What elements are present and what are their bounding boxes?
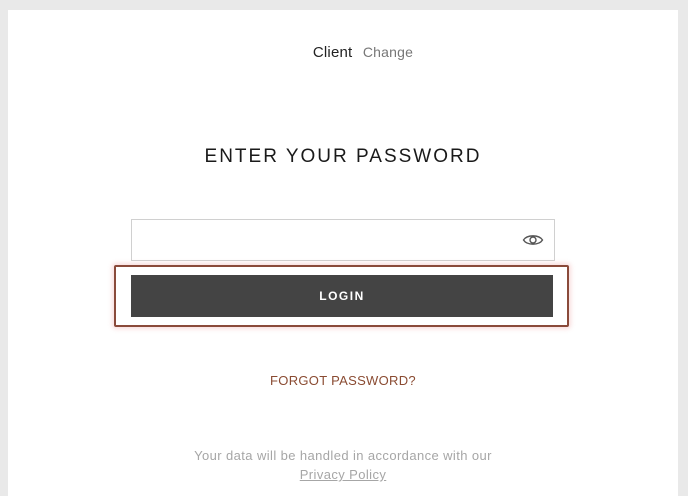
privacy-policy-link[interactable]: Privacy Policy xyxy=(300,467,387,482)
forgot-password-link[interactable]: FORGOT PASSWORD? xyxy=(8,373,678,388)
password-input[interactable] xyxy=(132,220,512,260)
page-title: ENTER YOUR PASSWORD xyxy=(204,146,482,167)
privacy-notice: Your data will be handled in accordance … xyxy=(8,446,678,484)
eye-icon[interactable] xyxy=(522,231,544,249)
password-field-container xyxy=(131,219,555,261)
login-button[interactable]: LOGIN xyxy=(131,275,553,317)
login-panel: Client Change ENTER YOUR PASSWORD LOGIN … xyxy=(8,10,678,496)
account-label: Client xyxy=(312,44,353,61)
privacy-notice-text: Your data will be handled in accordance … xyxy=(194,448,492,463)
change-account-link[interactable]: Change xyxy=(363,44,413,60)
account-row: Client Change xyxy=(8,44,678,62)
